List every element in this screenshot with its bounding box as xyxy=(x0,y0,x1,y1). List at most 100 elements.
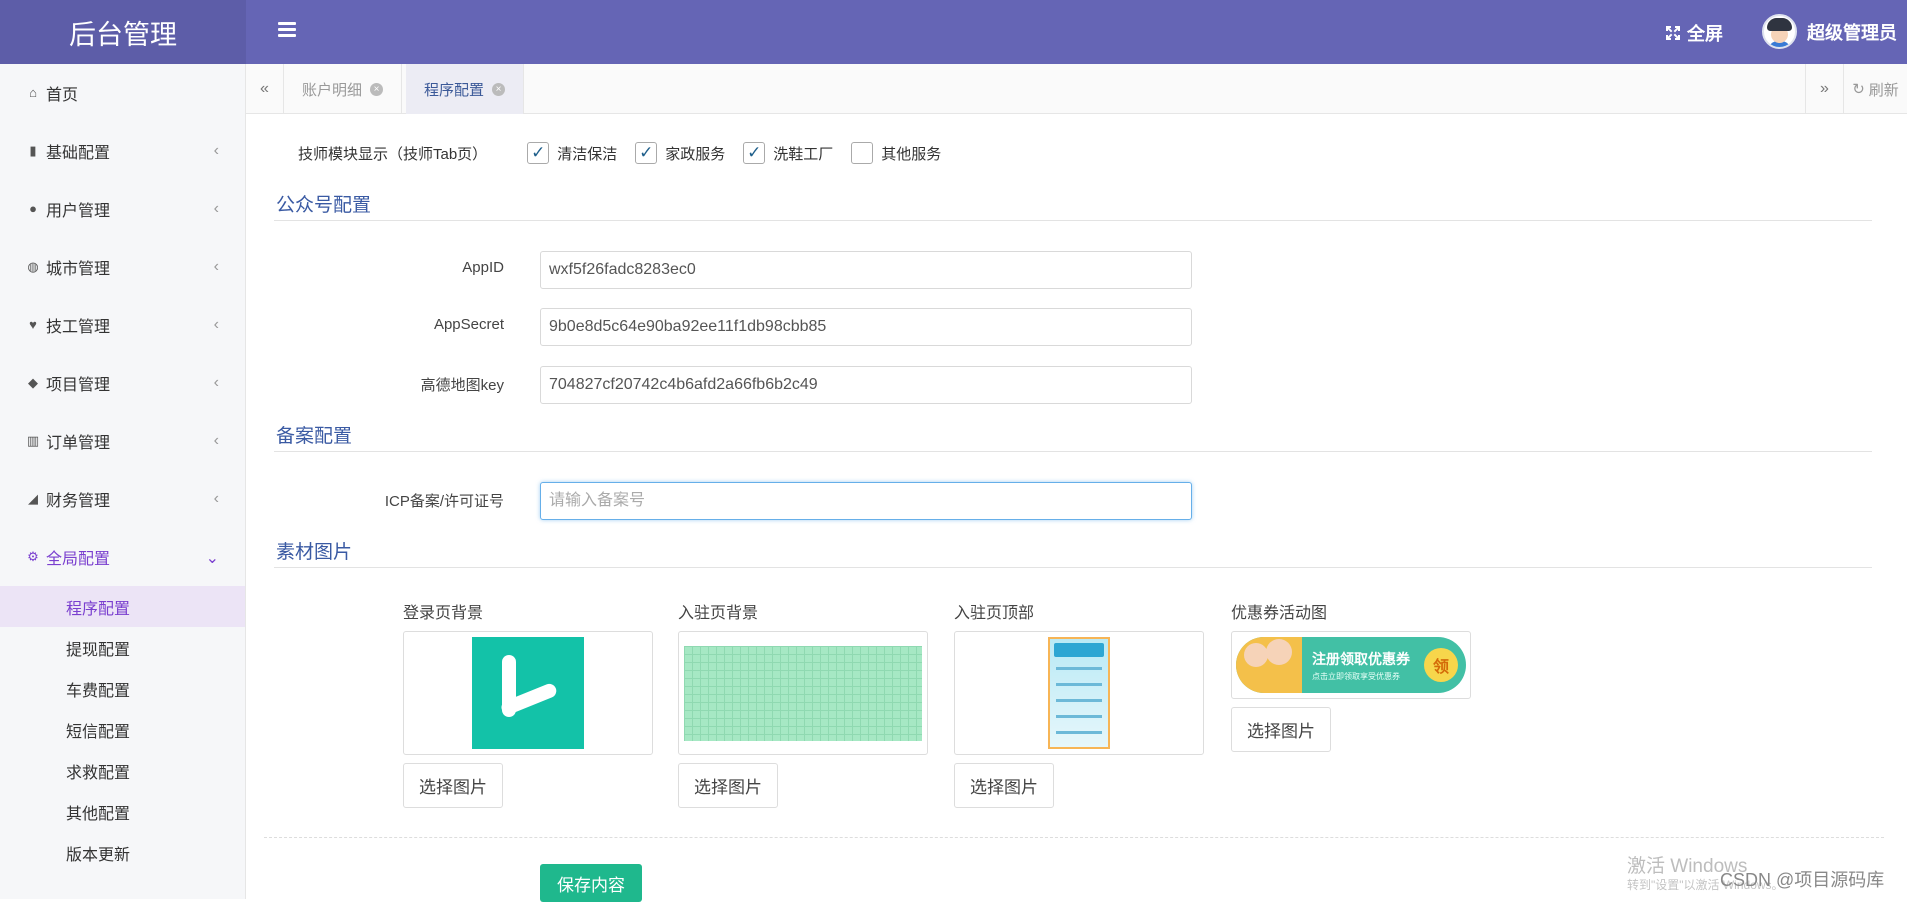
globe-icon: ◍ xyxy=(27,259,39,274)
checkbox-label: 洗鞋工厂 xyxy=(773,145,834,163)
chevron-left-icon: ‹ xyxy=(213,316,219,333)
checkbox-shoe-factory[interactable]: ✓ 洗鞋工厂 xyxy=(743,142,833,164)
divider xyxy=(274,567,1872,568)
checkbox-checked-icon[interactable]: ✓ xyxy=(743,142,766,164)
submenu-item-fare-config[interactable]: 车费配置 xyxy=(0,668,245,709)
chevron-left-icon: ‹ xyxy=(213,200,219,217)
tab-account-detail[interactable]: 账户明细 × xyxy=(284,64,403,114)
choose-image-button[interactable]: 选择图片 xyxy=(954,763,1054,808)
menu-toggle-icon[interactable] xyxy=(278,22,296,38)
tag-icon: ◆ xyxy=(28,375,38,390)
chevron-left-icon: ‹ xyxy=(213,432,219,449)
coupon-badge: 领 xyxy=(1424,648,1458,682)
main-content: 技师模块显示（技师Tab页） ✓ 清洁保洁 ✓ 家政服务 ✓ 洗鞋工厂 其他服务… xyxy=(246,114,1907,902)
appid-input[interactable] xyxy=(540,251,1192,289)
avatar xyxy=(1762,14,1797,49)
refresh-label: 刷新 xyxy=(1868,81,1899,99)
sidebar-item-cities[interactable]: ◍ 城市管理 ‹ xyxy=(0,238,245,296)
image-preview xyxy=(403,631,653,755)
close-icon[interactable]: × xyxy=(370,82,384,96)
area-chart-icon: ◢ xyxy=(28,491,38,506)
submenu-item-program-config[interactable]: 程序配置 xyxy=(0,586,245,627)
submenu-item-withdraw-config[interactable]: 提现配置 xyxy=(0,627,245,668)
amap-key-input[interactable] xyxy=(540,366,1192,404)
image-preview xyxy=(954,631,1204,755)
user-menu[interactable]: 超级管理员 xyxy=(1762,14,1897,49)
fullscreen-label: 全屏 xyxy=(1687,24,1723,44)
tab-scroll-right-button[interactable]: » xyxy=(1805,64,1843,114)
sidebar-item-label: 全局配置 xyxy=(46,551,111,568)
top-bar: 后台管理 全屏 超级管理员 xyxy=(0,0,1907,64)
submenu-item-version-update[interactable]: 版本更新 xyxy=(0,832,245,873)
fullscreen-button[interactable]: 全屏 xyxy=(1665,20,1723,46)
checkbox-other-services[interactable]: 其他服务 xyxy=(851,142,941,164)
tab-scroll-left-button[interactable]: « xyxy=(246,64,284,114)
bookmark-icon: ▮ xyxy=(29,143,37,158)
grid-background-image xyxy=(684,645,922,741)
sidebar-item-finance[interactable]: ◢ 财务管理 ‹ xyxy=(0,470,245,528)
checkbox-unchecked-icon[interactable] xyxy=(851,142,874,164)
icp-label: ICP备案/许可证号 xyxy=(384,493,504,510)
poster-image xyxy=(1048,637,1110,749)
submenu-item-other-config[interactable]: 其他配置 xyxy=(0,791,245,832)
choose-image-button[interactable]: 选择图片 xyxy=(1231,707,1331,752)
sidebar-item-users[interactable]: ● 用户管理 ‹ xyxy=(0,180,245,238)
logo-image xyxy=(472,637,584,749)
refresh-icon: ↻ xyxy=(1852,81,1865,98)
section-title-materials: 素材图片 xyxy=(276,542,353,563)
double-chevron-right-icon: » xyxy=(1820,80,1829,97)
image-label: 入驻页背景 xyxy=(678,605,759,622)
sidebar-item-label: 技工管理 xyxy=(46,319,111,336)
close-icon[interactable]: × xyxy=(492,82,506,96)
image-preview: 注册领取优惠券 点击立即领取享受优惠券 领 xyxy=(1231,631,1471,699)
image-preview xyxy=(678,631,928,755)
sidebar-item-label: 订单管理 xyxy=(46,435,111,452)
sidebar-item-label: 项目管理 xyxy=(46,377,111,394)
sidebar-item-label: 首页 xyxy=(46,87,79,104)
sidebar-item-basic-config[interactable]: ▮ 基础配置 ‹ xyxy=(0,122,245,180)
tech-module-label: 技师模块显示（技师Tab页） xyxy=(298,145,488,163)
tab-program-config[interactable]: 程序配置 × xyxy=(406,64,525,114)
checkbox-checked-icon[interactable]: ✓ xyxy=(527,142,550,164)
sidebar-item-projects[interactable]: ◆ 项目管理 ‹ xyxy=(0,354,245,412)
tab-label: 程序配置 xyxy=(424,81,485,99)
checkbox-label: 家政服务 xyxy=(665,145,726,163)
sidebar-item-global-config[interactable]: ⚙ 全局配置 ⌄ xyxy=(0,528,245,586)
sidebar-item-label: 基础配置 xyxy=(46,145,111,162)
save-button[interactable]: 保存内容 xyxy=(540,864,642,902)
gears-icon: ⚙ xyxy=(27,549,39,564)
heart-icon: ♥ xyxy=(29,317,37,332)
image-label: 优惠券活动图 xyxy=(1231,605,1328,622)
coupon-title: 注册领取优惠券 xyxy=(1312,650,1410,667)
appsecret-input[interactable] xyxy=(540,308,1192,346)
sidebar: ⌂ 首页 ▮ 基础配置 ‹ ● 用户管理 ‹ ◍ 城市管理 ‹ ♥ 技工管理 ‹… xyxy=(0,64,246,899)
image-upload-coupon: 优惠券活动图 注册领取优惠券 点击立即领取享受优惠券 领 选择图片 xyxy=(1231,599,1471,752)
checkbox-cleaning[interactable]: ✓ 清洁保洁 xyxy=(527,142,617,164)
checkbox-housekeeping[interactable]: ✓ 家政服务 xyxy=(635,142,725,164)
csdn-watermark: CSDN @项目源码库 xyxy=(1720,870,1885,890)
appid-label: AppID xyxy=(462,259,504,276)
chevron-left-icon: ‹ xyxy=(213,142,219,159)
sidebar-item-technicians[interactable]: ♥ 技工管理 ‹ xyxy=(0,296,245,354)
coupon-banner-image: 注册领取优惠券 点击立即领取享受优惠券 领 xyxy=(1236,637,1466,693)
sidebar-item-label: 城市管理 xyxy=(46,261,111,278)
double-chevron-left-icon: « xyxy=(260,80,269,97)
image-label: 入驻页顶部 xyxy=(954,605,1035,622)
sidebar-item-orders[interactable]: ▥ 订单管理 ‹ xyxy=(0,412,245,470)
bar-chart-icon: ▥ xyxy=(26,433,40,448)
kids-illustration xyxy=(1236,637,1302,693)
chevron-down-icon: ⌄ xyxy=(205,550,219,567)
submenu-item-sms-config[interactable]: 短信配置 xyxy=(0,709,245,750)
refresh-button[interactable]: ↻ 刷新 xyxy=(1843,64,1907,114)
submenu-item-sos-config[interactable]: 求救配置 xyxy=(0,750,245,791)
checkbox-label: 清洁保洁 xyxy=(557,145,618,163)
image-label: 登录页背景 xyxy=(403,605,484,622)
tech-module-row: 技师模块显示（技师Tab页） ✓ 清洁保洁 ✓ 家政服务 ✓ 洗鞋工厂 其他服务 xyxy=(298,142,959,164)
checkbox-checked-icon[interactable]: ✓ xyxy=(635,142,658,164)
chevron-left-icon: ‹ xyxy=(213,490,219,507)
choose-image-button[interactable]: 选择图片 xyxy=(403,763,503,808)
choose-image-button[interactable]: 选择图片 xyxy=(678,763,778,808)
sidebar-item-home[interactable]: ⌂ 首页 xyxy=(0,64,245,122)
image-upload-join-top: 入驻页顶部 选择图片 xyxy=(954,599,1204,808)
icp-input[interactable] xyxy=(540,482,1192,520)
